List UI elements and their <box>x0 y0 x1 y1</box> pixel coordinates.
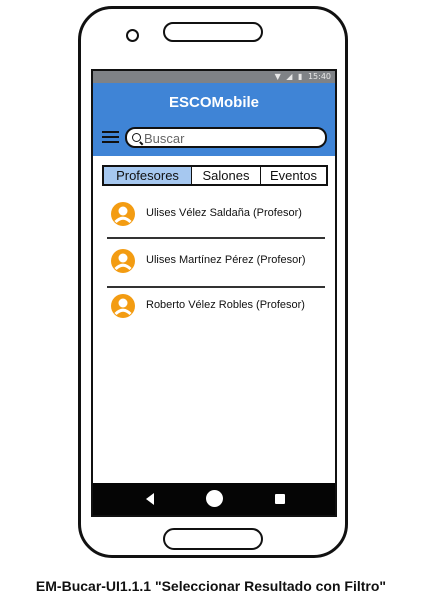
tab-profesores[interactable]: Profesores <box>104 167 192 184</box>
phone-screen: ▼ ◢ ▮ 15:40 ESCOMobile Profesores Salone… <box>91 69 337 517</box>
result-label: Ulises Martínez Pérez (Profesor) <box>146 254 306 266</box>
front-camera <box>126 29 139 42</box>
search-icon <box>132 133 141 142</box>
app-bar: ESCOMobile <box>93 83 335 156</box>
tab-salones[interactable]: Salones <box>192 167 261 184</box>
user-icon <box>111 202 135 226</box>
user-icon <box>111 294 135 318</box>
signal-icon: ◢ <box>286 72 293 81</box>
home-icon[interactable] <box>206 490 223 507</box>
list-item[interactable]: Roberto Vélez Robles (Profesor) <box>93 283 335 323</box>
app-title: ESCOMobile <box>168 94 259 111</box>
wifi-icon: ▼ <box>274 72 281 81</box>
earpiece-speaker <box>163 22 263 42</box>
hamburger-menu-icon[interactable] <box>102 131 119 145</box>
hardware-home-button[interactable] <box>163 528 263 550</box>
figure-caption: EM-Bucar-UI1.1.1 "Seleccionar Resultado … <box>35 578 387 594</box>
result-label: Roberto Vélez Robles (Profesor) <box>146 299 305 311</box>
result-label: Ulises Vélez Saldaña (Profesor) <box>146 207 302 219</box>
android-nav-bar <box>93 483 335 515</box>
user-icon <box>111 249 135 273</box>
recent-apps-icon[interactable] <box>275 494 285 504</box>
status-bar: ▼ ◢ ▮ 15:40 <box>93 71 335 83</box>
search-input[interactable] <box>144 130 319 146</box>
status-time: 15:40 <box>307 72 331 81</box>
search-bar[interactable] <box>125 127 327 148</box>
filter-tabs: Profesores Salones Eventos <box>102 165 328 186</box>
list-item[interactable]: Ulises Martínez Pérez (Profesor) <box>93 238 335 278</box>
phone-frame: ▼ ◢ ▮ 15:40 ESCOMobile Profesores Salone… <box>78 6 348 558</box>
back-icon[interactable] <box>146 493 154 505</box>
battery-icon: ▮ <box>297 72 303 81</box>
list-item[interactable]: Ulises Vélez Saldaña (Profesor) <box>93 191 335 231</box>
tab-eventos[interactable]: Eventos <box>261 167 326 184</box>
